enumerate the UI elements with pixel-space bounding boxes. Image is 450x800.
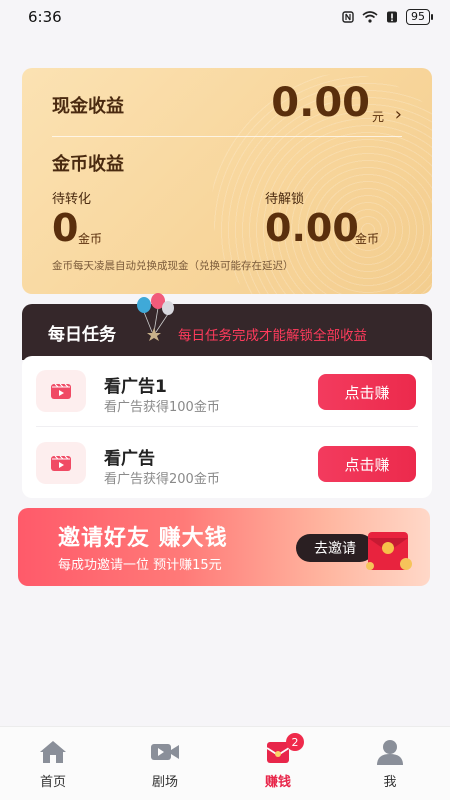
invite-title: 邀请好友 赚大钱 <box>58 526 228 551</box>
notification-badge: 2 <box>286 733 304 751</box>
alert-icon <box>387 11 397 23</box>
user-icon <box>374 737 406 767</box>
exchange-note: 金币每天凌晨自动兑换成现金（兑换可能存在延迟） <box>52 260 294 272</box>
nav-theater[interactable]: 剧场 <box>125 737 205 793</box>
earnings-card: 现金收益 0.00 元 › 金币收益 待转化 0 金币 待解锁 0.00 金币 … <box>22 68 432 294</box>
nav-label: 赚钱 <box>264 775 291 790</box>
status-bar: 6:36 95 <box>0 0 450 34</box>
red-envelope-icon <box>366 532 412 570</box>
locked-unit: 金币 <box>355 232 380 246</box>
task-item: 看广告 看广告获得200金币 点击赚 <box>22 428 432 498</box>
pending-label: 待转化 <box>52 192 92 207</box>
locked-label: 待解锁 <box>265 192 305 207</box>
task-subtitle: 看广告获得100金币 <box>104 400 220 415</box>
task-title: 看广告 <box>104 449 155 469</box>
battery-level: 95 <box>411 10 425 23</box>
task-subtitle: 看广告获得200金币 <box>104 472 220 487</box>
nav-label: 剧场 <box>151 775 178 790</box>
balloons-icon <box>137 293 174 341</box>
cash-earnings-value[interactable]: 0.00 <box>271 80 370 126</box>
daily-task-title: 每日任务 <box>48 325 116 345</box>
home-icon <box>37 737 69 767</box>
status-icons: 95 <box>342 9 433 25</box>
video-camera-icon <box>149 737 181 767</box>
wifi-icon <box>362 11 378 23</box>
divider <box>36 426 418 427</box>
status-time: 6:36 <box>28 8 62 26</box>
daily-task-header: 每日任务 每日任务完成才能解锁全部收益 <box>22 293 432 360</box>
daily-task-note: 每日任务完成才能解锁全部收益 <box>178 328 367 344</box>
nav-label: 首页 <box>39 775 66 790</box>
battery-indicator: 95 <box>406 9 433 25</box>
task-list: 看广告1 看广告获得100金币 点击赚 看广告 看广告获得200金币 点击赚 <box>22 356 432 498</box>
nav-me[interactable]: 我 <box>350 737 430 793</box>
video-icon <box>36 442 86 484</box>
nfc-icon <box>342 11 354 23</box>
coin-earnings-label: 金币收益 <box>52 154 124 175</box>
nav-home[interactable]: 首页 <box>13 737 93 793</box>
invite-banner[interactable]: 邀请好友 赚大钱 每成功邀请一位 预计赚15元 去邀请 <box>18 508 430 586</box>
invite-subtitle: 每成功邀请一位 预计赚15元 <box>58 558 222 573</box>
earn-button[interactable]: 点击赚 <box>318 374 416 410</box>
bottom-nav: 首页 剧场 2 赚钱 我 <box>0 726 450 800</box>
locked-coins-value: 0.00 <box>265 206 359 250</box>
cash-unit: 元 <box>371 110 384 124</box>
chevron-right-icon[interactable]: › <box>395 104 402 125</box>
task-title: 看广告1 <box>104 377 167 397</box>
red-envelope-icon: 2 <box>262 733 304 767</box>
nav-label: 我 <box>383 775 397 790</box>
pending-coins-value: 0 <box>52 206 79 250</box>
nav-earn[interactable]: 2 赚钱 <box>238 733 318 793</box>
pending-unit: 金币 <box>78 232 103 246</box>
task-item: 看广告1 看广告获得100金币 点击赚 <box>22 356 432 426</box>
cash-earnings-label: 现金收益 <box>52 96 124 117</box>
earn-button[interactable]: 点击赚 <box>318 446 416 482</box>
video-icon <box>36 370 86 412</box>
divider <box>52 136 402 137</box>
